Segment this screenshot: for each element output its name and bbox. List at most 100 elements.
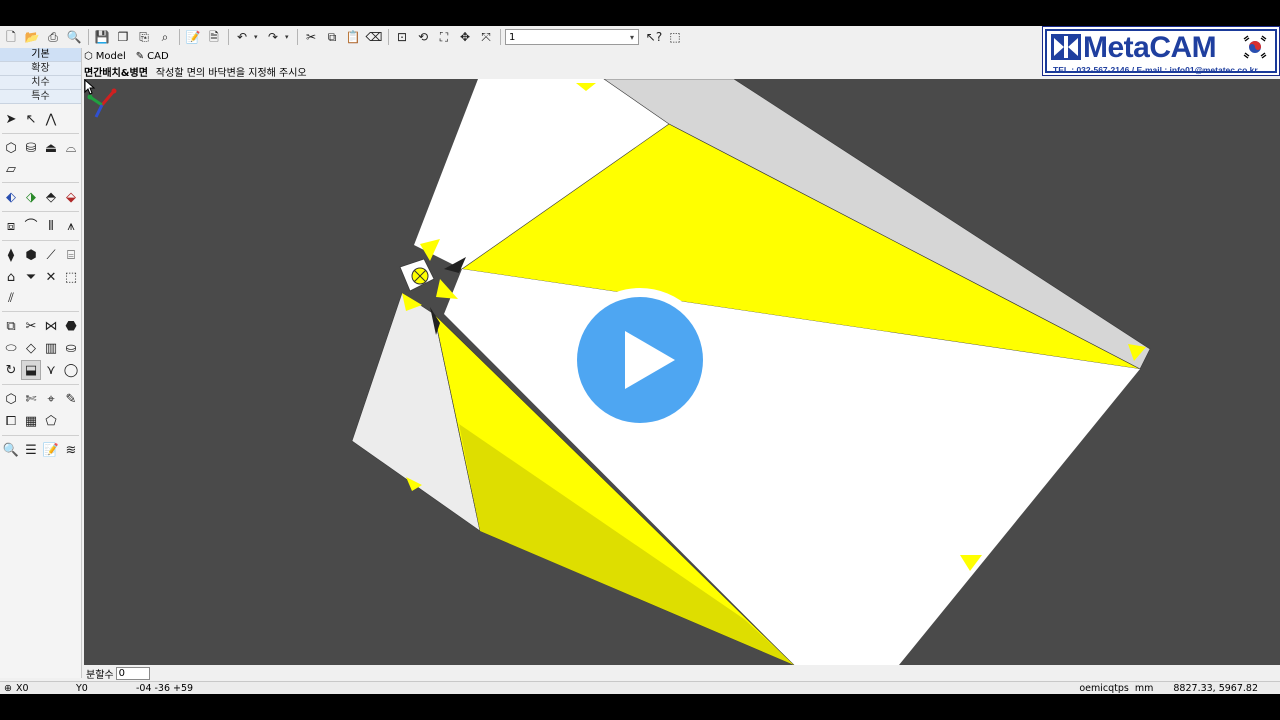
slope-icon[interactable]: ⟋	[41, 245, 61, 265]
cut-icon[interactable]: ✂	[302, 28, 320, 46]
tab-model-label: Model	[95, 50, 126, 62]
unfold-icon[interactable]: ⬭	[1, 338, 21, 358]
funnel-icon[interactable]: ⏷	[21, 267, 41, 287]
box-icon[interactable]: ⬡	[1, 138, 21, 158]
pan-icon[interactable]: ✥	[456, 28, 474, 46]
view-tabs: ⬡ Model ✎ CAD	[84, 48, 1042, 64]
plane-blue-icon[interactable]: ⬖	[1, 187, 21, 207]
help-pointer-icon[interactable]: ↖?	[645, 28, 663, 46]
zoom-fit-icon[interactable]: ⛶	[435, 28, 453, 46]
group-icon[interactable]: ⧠	[1, 411, 21, 431]
layers-icon[interactable]: ⧫	[1, 245, 21, 265]
solid-pick-icon[interactable]: ⬡	[1, 389, 21, 409]
toolbar-separator	[88, 29, 89, 45]
video-play-button[interactable]	[568, 288, 712, 432]
document-icon[interactable]: 🗎	[205, 28, 223, 46]
panel-divider	[2, 311, 79, 312]
plane-layer-icon[interactable]: ⬘	[41, 187, 61, 207]
cut-solid-icon[interactable]: ✂	[21, 316, 41, 336]
cross-icon[interactable]: ✕	[41, 267, 61, 287]
bend-icon[interactable]: ⌒	[21, 216, 41, 236]
diagonal-icon[interactable]: ⫽	[1, 288, 21, 308]
fold-icon[interactable]: ⋈	[41, 316, 61, 336]
help-pointer-icon[interactable]: ↖	[21, 109, 41, 129]
redo-icon[interactable]: ↷	[264, 28, 282, 46]
paste-icon[interactable]: 📋	[344, 28, 362, 46]
edit-icon[interactable]: ✎	[61, 389, 81, 409]
letterbox-top	[0, 0, 1280, 26]
table-icon[interactable]: ▦	[21, 411, 41, 431]
snap-icon[interactable]: ⌖	[41, 389, 61, 409]
rotate-icon[interactable]: ↻	[1, 360, 21, 380]
status-bar: ⊕ X0 Y0 -04 -36 +59 oemicqtps mm 8827.33…	[0, 681, 1280, 694]
elbow-icon[interactable]: ⌓	[61, 138, 81, 158]
layer-stack-icon[interactable]: ≋	[61, 440, 81, 460]
face-layout-icon[interactable]: ⬓	[21, 360, 41, 380]
panel-divider	[2, 435, 79, 436]
eraser-icon[interactable]: ⌫	[365, 28, 383, 46]
dome-icon[interactable]: ⌂	[1, 267, 21, 287]
trim-icon[interactable]: ✄	[21, 389, 41, 409]
undo-dropdown-icon[interactable]: ▾	[254, 33, 260, 41]
face-icon[interactable]: ◇	[21, 338, 41, 358]
ring-icon[interactable]: ◯	[61, 360, 81, 380]
toolbar-separator	[228, 29, 229, 45]
undo-icon[interactable]: ↶	[233, 28, 251, 46]
search-icon[interactable]: 🔍	[1, 440, 21, 460]
tab-extended[interactable]: 확장	[0, 62, 81, 76]
tab-special[interactable]: 특수	[0, 90, 81, 104]
stair-icon[interactable]: ⌸	[61, 245, 81, 265]
drum-icon[interactable]: ⛀	[61, 338, 81, 358]
orbit-icon[interactable]: ⤧	[477, 28, 495, 46]
compass-icon[interactable]: ⋀	[41, 109, 61, 129]
cone-icon[interactable]: ⏏	[41, 138, 61, 158]
duct-icon[interactable]: ⧈	[1, 216, 21, 236]
properties-icon[interactable]: ⬚	[666, 28, 684, 46]
chevron-down-icon[interactable]: ▾	[626, 33, 638, 42]
notes-icon[interactable]: 📝	[184, 28, 202, 46]
panel-divider	[2, 211, 79, 212]
print-preview-icon[interactable]: 🔍	[65, 28, 83, 46]
panel-icon[interactable]: ▥	[41, 338, 61, 358]
sheet-icon[interactable]: ⬚	[61, 267, 81, 287]
open-folder-icon[interactable]: 📂	[23, 28, 41, 46]
tool-row: ⌂ ⏷ ✕ ⬚	[0, 266, 81, 288]
zoom-previous-icon[interactable]: ⟲	[414, 28, 432, 46]
layer-combo[interactable]: 1 ▾	[505, 29, 639, 45]
tab-model[interactable]: ⬡ Model	[84, 51, 126, 62]
import-icon[interactable]: ⎘	[135, 28, 153, 46]
tab-basic[interactable]: 기본	[0, 48, 81, 62]
nest-icon[interactable]: ⬠	[41, 411, 61, 431]
notes-icon[interactable]: 📝	[41, 440, 61, 460]
stack-icon[interactable]: ⧉	[1, 316, 21, 336]
hood-icon[interactable]: ⩚	[61, 216, 81, 236]
snap-icon[interactable]: ⊕	[4, 683, 12, 694]
transition-icon[interactable]: ⫴	[41, 216, 61, 236]
model-viewport[interactable]	[84, 79, 1280, 665]
print-icon[interactable]: ⎙	[44, 28, 62, 46]
redo-dropdown-icon[interactable]: ▾	[285, 33, 291, 41]
division-count-field[interactable]: 0	[115, 666, 150, 680]
merge-icon[interactable]: ⋎	[41, 360, 61, 380]
plate-icon[interactable]: ▱	[1, 159, 21, 179]
save-all-icon[interactable]: ❐	[114, 28, 132, 46]
zoom-window-icon[interactable]: ⊡	[393, 28, 411, 46]
toolbar-separator	[179, 29, 180, 45]
division-count-label: 분할수	[86, 669, 114, 681]
save-icon[interactable]: 💾	[93, 28, 111, 46]
plane-red-icon[interactable]: ⬙	[61, 187, 81, 207]
select-arrow-icon[interactable]: ➤	[1, 109, 21, 129]
export-icon[interactable]: ⌕	[156, 28, 174, 46]
logo-frame: MetaCAM TEL : 032-567-2146 / E-mail : in…	[1045, 29, 1277, 75]
copy-icon[interactable]: ⧉	[323, 28, 341, 46]
cylinder-icon[interactable]: ⛁	[21, 138, 41, 158]
list-icon[interactable]: ☰	[21, 440, 41, 460]
plane-green-icon[interactable]: ⬗	[21, 187, 41, 207]
tool-row: ▱	[0, 159, 81, 179]
tab-dimension[interactable]: 치수	[0, 76, 81, 90]
command-input-bar: 분할수 0	[84, 665, 1280, 681]
cube-layer-icon[interactable]: ⬢	[21, 245, 41, 265]
new-file-icon[interactable]: 🗋	[2, 28, 20, 46]
tab-cad[interactable]: ✎ CAD	[136, 51, 169, 62]
hex-icon[interactable]: ⬣	[61, 316, 81, 336]
